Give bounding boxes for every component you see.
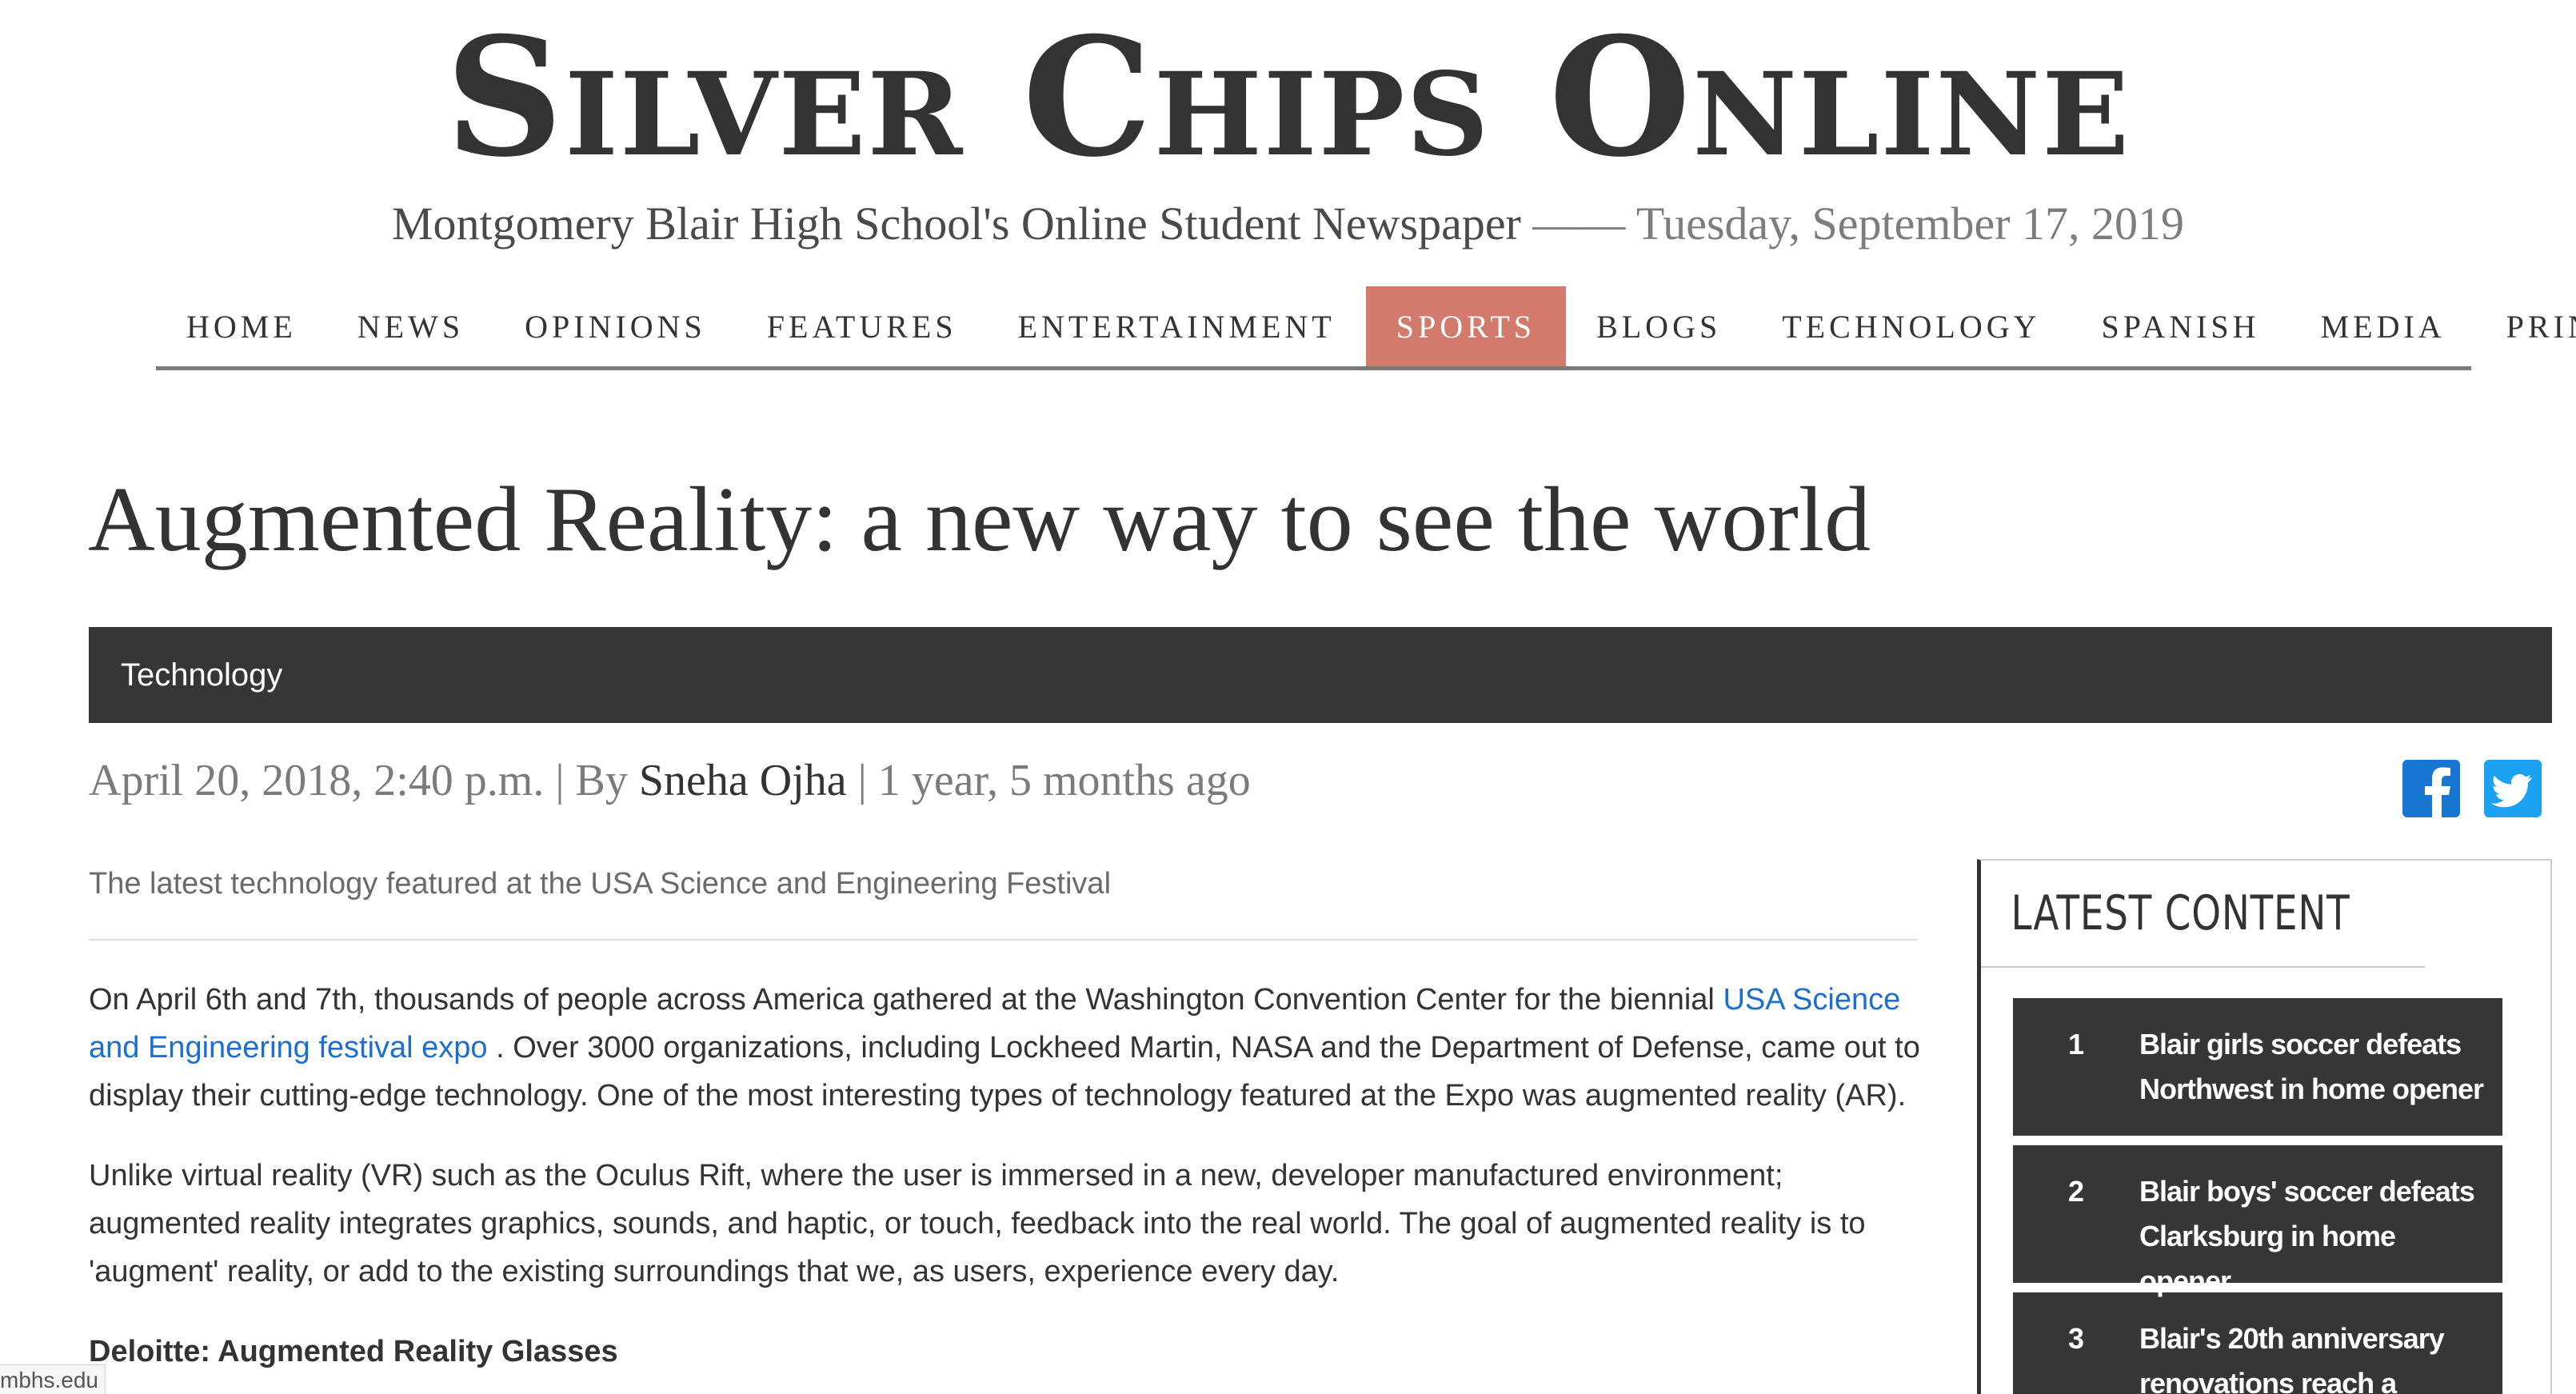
nav-item-features[interactable]: FEATURES: [737, 286, 988, 366]
current-date: Tuesday, September 17, 2019: [1635, 198, 2185, 250]
paragraph-1-text-a: On April 6th and 7th, thousands of peopl…: [89, 983, 1723, 1017]
relative-time: | 1 year, 5 months ago: [857, 756, 1251, 805]
nav-item-blogs[interactable]: BLOGS: [1566, 286, 1751, 366]
divider: [89, 939, 1918, 941]
nav-item-technology[interactable]: TECHNOLOGY: [1751, 286, 2071, 366]
latest-item-title[interactable]: Blair girls soccer defeats Northwest in …: [2139, 1022, 2491, 1112]
category-bar: Technology: [89, 627, 2552, 723]
tagline-separator: ——: [1532, 198, 1626, 250]
twitter-icon[interactable]: [2484, 760, 2542, 817]
image-caption: Deloitte: Augmented Reality Glasses: [89, 1335, 618, 1368]
latest-item-title[interactable]: Blair's 20th anniversary renovations rea…: [2139, 1316, 2491, 1394]
site-title[interactable]: Silver Chips Online: [0, 10, 2576, 186]
main-nav: HOME NEWS OPINIONS FEATURES ENTERTAINMEN…: [156, 286, 2576, 370]
nav-item-sports[interactable]: SPORTS: [1365, 286, 1567, 366]
nav-item-media[interactable]: MEDIA: [2290, 286, 2476, 366]
category-link[interactable]: Technology: [89, 657, 282, 693]
page: Silver Chips Online Montgomery Blair Hig…: [0, 0, 2576, 1394]
tagline-text: Montgomery Blair High School's Online St…: [391, 198, 1521, 250]
site-tagline: Montgomery Blair High School's Online St…: [0, 192, 2576, 256]
publish-date: April 20, 2018, 2:40 p.m.: [89, 756, 545, 805]
latest-item[interactable]: 3 Blair's 20th anniversary renovations r…: [2013, 1292, 2502, 1394]
sidebar-heading: LATEST CONTENT: [1981, 861, 2426, 968]
paragraph-2: Unlike virtual reality (VR) such as the …: [89, 1159, 1866, 1288]
nav-item-opinions[interactable]: OPINIONS: [494, 286, 737, 366]
share-icons: [2402, 760, 2542, 817]
author-link[interactable]: Sneha Ojha: [639, 756, 847, 805]
article-subtitle: The latest technology featured at the US…: [89, 867, 1112, 901]
paragraph-1: On April 6th and 7th, thousands of peopl…: [89, 976, 1928, 1120]
latest-item[interactable]: 2 Blair boys' soccer defeats Clarksburg …: [2013, 1145, 2502, 1297]
latest-item-title[interactable]: Blair boys' soccer defeats Clarksburg in…: [2139, 1169, 2491, 1304]
latest-content-sidebar: LATEST CONTENT 1 Blair girls soccer defe…: [1977, 859, 2552, 1394]
latest-list: 1 Blair girls soccer defeats Northwest i…: [2013, 998, 2502, 1394]
nav-item-spanish[interactable]: SPANISH: [2071, 286, 2290, 366]
latest-item-number: 2: [2067, 1175, 2085, 1208]
latest-item-number: 3: [2067, 1322, 2085, 1355]
status-bar-url: mbhs.edu: [0, 1364, 106, 1394]
nav-item-entertainment[interactable]: ENTERTAINMENT: [988, 286, 1366, 366]
latest-item-number: 1: [2067, 1028, 2085, 1060]
facebook-icon[interactable]: [2402, 760, 2460, 817]
article-body: On April 6th and 7th, thousands of peopl…: [89, 976, 1928, 1394]
nav-item-home[interactable]: HOME: [156, 286, 327, 366]
byline-prefix: | By: [555, 756, 628, 805]
nav-item-print[interactable]: PRINT: [2476, 286, 2576, 366]
nav-item-news[interactable]: NEWS: [327, 286, 494, 366]
latest-item[interactable]: 1 Blair girls soccer defeats Northwest i…: [2013, 998, 2502, 1136]
byline: April 20, 2018, 2:40 p.m. | By Sneha Ojh…: [89, 752, 1251, 809]
article-headline: Augmented Reality: a new way to see the …: [88, 469, 1871, 571]
